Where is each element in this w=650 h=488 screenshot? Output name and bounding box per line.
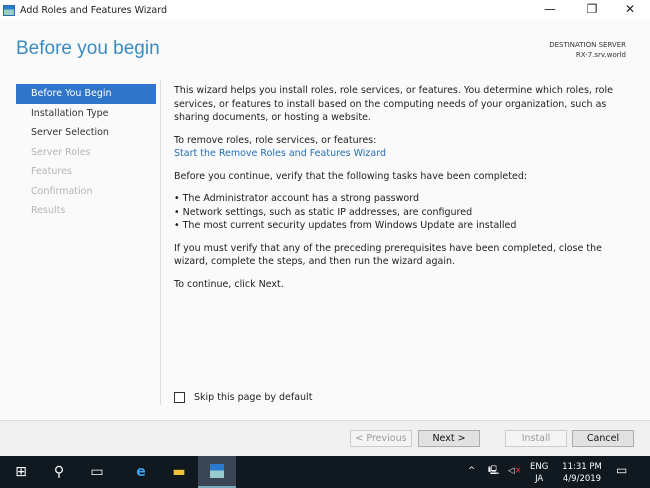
list-item: The Administrator account has a strong p… <box>174 192 634 206</box>
wizard-content: This wizard helps you install roles, rol… <box>174 84 634 300</box>
prereq-list: The Administrator account has a strong p… <box>174 192 634 233</box>
nav-item-before-you-begin[interactable]: Before You Begin <box>16 84 156 104</box>
previous-button: < Previous <box>350 430 412 447</box>
next-button[interactable]: Next > <box>418 430 480 447</box>
remove-wizard-link[interactable]: Start the Remove Roles and Features Wiza… <box>174 148 386 159</box>
skip-page-option[interactable]: Skip this page by default <box>174 392 312 403</box>
taskbar: ⊞ ⚲ ▭ e ▬ ^ 🖳 ◁× ENG JA 11:31 PM 4/9/201… <box>0 456 650 488</box>
search-icon[interactable]: ⚲ <box>40 456 78 488</box>
wizard-nav: Before You Begin Installation Type Serve… <box>16 84 156 221</box>
network-icon[interactable]: 🖳 <box>488 465 499 477</box>
destination-server: DESTINATION SERVER RX-7.srv.world <box>549 40 626 60</box>
restore-button[interactable]: ❐ <box>572 0 612 20</box>
remove-label: To remove roles, role services, or featu… <box>174 134 377 146</box>
task-view-icon[interactable]: ▭ <box>78 456 116 488</box>
nav-divider <box>160 80 161 405</box>
action-center-icon[interactable]: ▭ <box>616 464 627 476</box>
destination-server-name: RX-7.srv.world <box>575 51 626 59</box>
install-button: Install <box>505 430 567 447</box>
nav-item-results: Results <box>31 205 66 216</box>
title-bar: Add Roles and Features Wizard — ❐ ✕ <box>0 0 650 20</box>
skip-checkbox[interactable] <box>174 392 185 403</box>
file-explorer-icon[interactable]: ▬ <box>160 456 198 488</box>
prereq-text: If you must verify that any of the prece… <box>174 242 602 268</box>
input-language[interactable]: ENG JA <box>530 461 548 485</box>
continue-text: To continue, click Next. <box>174 278 284 290</box>
clock-date: 4/9/2019 <box>562 474 602 484</box>
nav-item-server-selection[interactable]: Server Selection <box>16 123 156 143</box>
nav-item-confirmation: Confirmation <box>31 185 93 197</box>
close-button[interactable]: ✕ <box>610 0 650 20</box>
server-manager-icon <box>3 4 15 16</box>
page-title: Before you begin <box>16 38 160 59</box>
clock-time: 11:31 PM <box>562 462 602 472</box>
ime-code: JA <box>535 474 544 484</box>
destination-label: DESTINATION SERVER <box>549 41 626 49</box>
server-manager-taskbar-icon[interactable] <box>198 456 236 488</box>
wizard-header: Before you begin DESTINATION SERVER RX-7… <box>0 20 650 80</box>
verify-text: Before you continue, verify that the fol… <box>174 170 528 182</box>
nav-item-features: Features <box>31 166 72 177</box>
nav-item-server-roles: Server Roles <box>31 146 91 158</box>
cancel-button[interactable]: Cancel <box>572 430 634 447</box>
volume-muted-icon[interactable]: ◁× <box>508 465 522 477</box>
window-title: Add Roles and Features Wizard <box>20 4 168 16</box>
minimize-button[interactable]: — <box>530 0 570 20</box>
skip-label: Skip this page by default <box>194 392 313 403</box>
language-code: ENG <box>530 462 549 472</box>
internet-explorer-icon[interactable]: e <box>122 456 160 488</box>
start-button[interactable]: ⊞ <box>2 456 40 488</box>
clock[interactable]: 11:31 PM 4/9/2019 <box>560 461 604 485</box>
list-item: The most current security updates from W… <box>174 219 634 233</box>
intro-text: This wizard helps you install roles, rol… <box>174 85 613 123</box>
list-item: Network settings, such as static IP addr… <box>174 206 634 220</box>
show-hidden-icons[interactable]: ^ <box>468 465 475 477</box>
nav-item-installation-type[interactable]: Installation Type <box>16 104 156 124</box>
